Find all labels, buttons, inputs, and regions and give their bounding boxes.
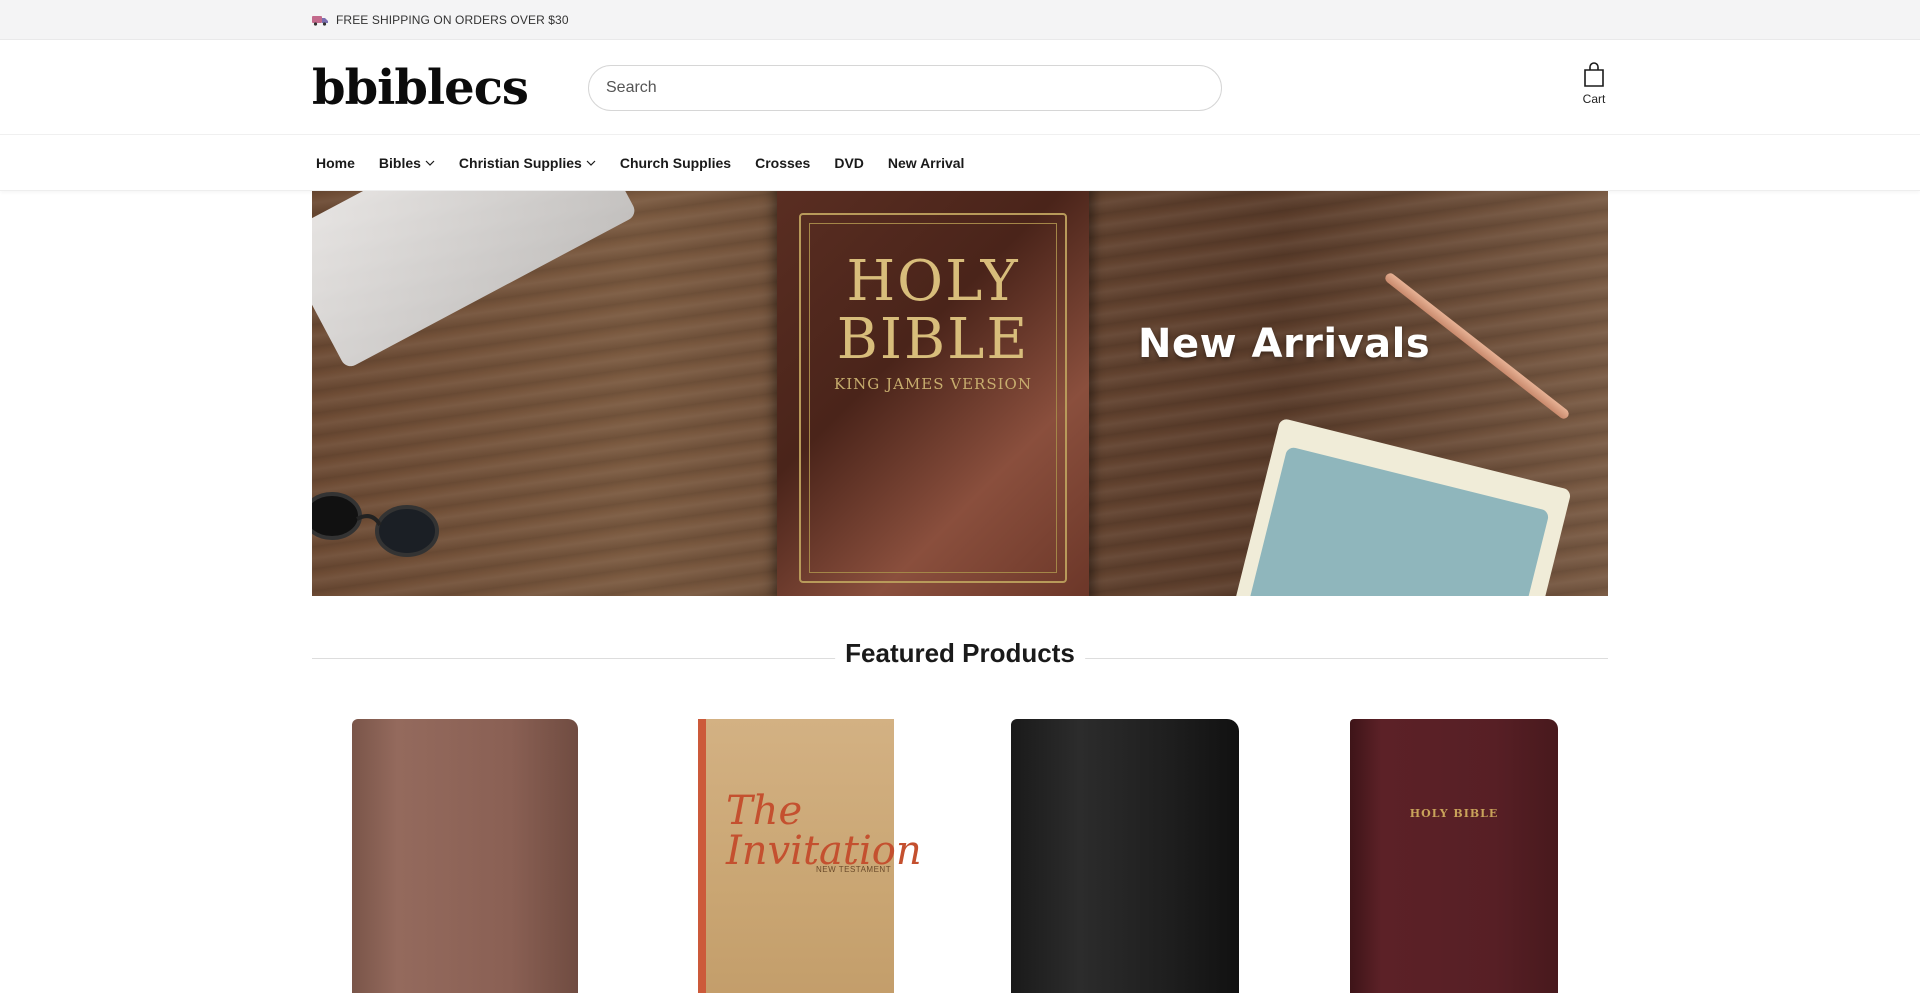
sunglasses-image: [312, 492, 439, 557]
nav-item-dvd[interactable]: DVD: [830, 155, 876, 171]
cart-button[interactable]: Cart: [1580, 62, 1608, 106]
cart-label: Cart: [1582, 92, 1606, 106]
nav-item-label: DVD: [834, 155, 864, 171]
product-cover-subtitle: NEW TESTAMENT: [816, 865, 892, 874]
bible-title-line: BIBLE: [836, 307, 1030, 372]
nav-item-home[interactable]: Home: [312, 155, 367, 171]
search-input[interactable]: [606, 79, 1221, 97]
nav-item-church-supplies[interactable]: Church Supplies: [616, 155, 743, 171]
section-title: Featured Products: [835, 638, 1085, 669]
nav-item-crosses[interactable]: Crosses: [751, 155, 822, 171]
bible-title-line: HOLY: [846, 249, 1020, 314]
announcement-text: FREE SHIPPING ON ORDERS OVER $30: [336, 13, 569, 27]
nav-item-label: Home: [316, 155, 355, 171]
chevron-down-icon: [586, 160, 596, 166]
product-card[interactable]: [352, 719, 578, 993]
nav-item-bibles[interactable]: Bibles: [375, 155, 447, 171]
nav-item-label: Bibles: [378, 155, 421, 171]
search-bar[interactable]: [588, 65, 1222, 111]
site-logo[interactable]: bbiblecs: [312, 64, 529, 112]
nav-item-label: Church Supplies: [619, 155, 732, 171]
product-cover-title: The Invitation: [726, 788, 922, 874]
featured-products-heading: Featured Products: [312, 638, 1608, 674]
product-grid: The Invitation NEW TESTAMENT HOLY BIBLE: [312, 719, 1608, 993]
product-card[interactable]: HOLY BIBLE: [1350, 719, 1558, 993]
nav-item-label: New Arrival: [887, 155, 965, 171]
product-card[interactable]: [1011, 719, 1239, 993]
laptop-image: [312, 191, 638, 370]
holy-bible-image: HOLY BIBLE KING JAMES VERSION: [777, 191, 1089, 596]
product-card[interactable]: The Invitation NEW TESTAMENT: [698, 719, 922, 993]
nav-item-label: Christian Supplies: [458, 155, 582, 171]
bible-cover-title: HOLY BIBLE: [777, 253, 1089, 369]
product-cover-title: HOLY BIBLE: [1409, 807, 1499, 820]
nav-item-christian-supplies[interactable]: Christian Supplies: [455, 155, 608, 171]
bible-cover-subtitle: KING JAMES VERSION: [834, 375, 1032, 393]
nav-item-label: Crosses: [755, 155, 811, 171]
truck-icon: [312, 16, 328, 26]
main-navigation: Home Bibles Christian Supplies Church Su…: [0, 135, 1920, 191]
announcement-bar: FREE SHIPPING ON ORDERS OVER $30: [0, 0, 1920, 40]
nav-item-new-arrival[interactable]: New Arrival: [884, 155, 977, 171]
site-header: bbiblecs Cart: [0, 40, 1920, 135]
shopping-bag-icon: [1584, 62, 1604, 87]
hero-heading: New Arrivals: [1138, 321, 1431, 367]
hero-banner[interactable]: HOLY BIBLE KING JAMES VERSION New Arriva…: [312, 191, 1608, 596]
chevron-down-icon: [425, 160, 435, 166]
